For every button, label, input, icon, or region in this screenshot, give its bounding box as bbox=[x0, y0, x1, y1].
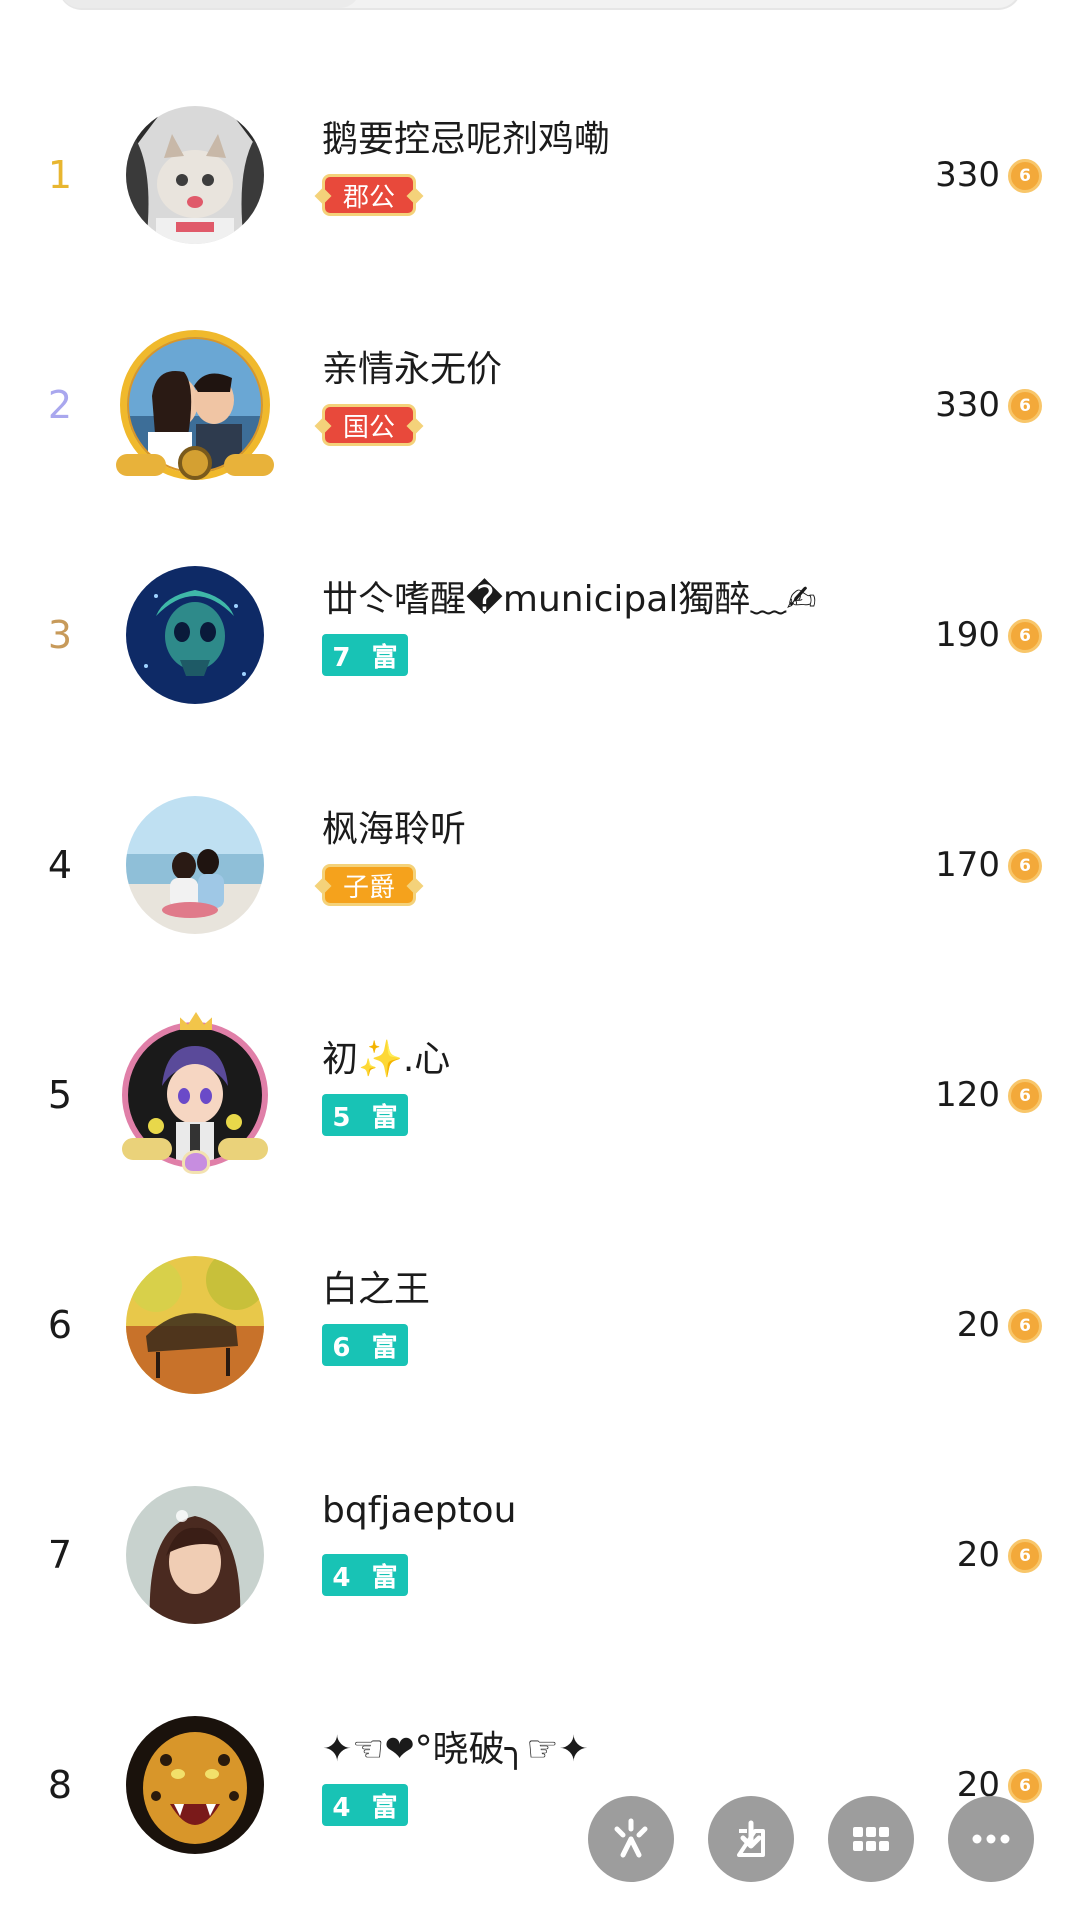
title-badge: 子爵 bbox=[314, 864, 424, 906]
title-badge: 国公 bbox=[314, 404, 424, 446]
coin-icon: 6 bbox=[1008, 159, 1042, 193]
avatar-frame-emblem bbox=[178, 446, 212, 480]
avatar-frame-wing-right bbox=[218, 1138, 268, 1160]
coin-icon: 6 bbox=[1008, 1539, 1042, 1573]
score-value: 20 bbox=[956, 1535, 1000, 1575]
badge-ornament-left bbox=[314, 417, 332, 435]
badge-ornament-right bbox=[406, 187, 424, 205]
rank-number: 8 bbox=[47, 1763, 73, 1807]
user-name[interactable]: 丗仒嗜醒�municipal獨醉﹏✍ bbox=[322, 570, 817, 622]
coin-glyph: 6 bbox=[1019, 1776, 1031, 1796]
badge-label: 国公 bbox=[342, 412, 395, 443]
rank-number: 2 bbox=[47, 383, 73, 427]
coin-icon: 6 bbox=[1008, 1309, 1042, 1343]
rank-number: 4 bbox=[47, 843, 73, 887]
user-name[interactable]: 鹅要控忌呢剂鸡嘞 bbox=[322, 110, 610, 162]
coin-icon: 6 bbox=[1008, 389, 1042, 423]
ranking-row[interactable]: 3 丗仒嗜醒�municipal獨醉﹏✍ 7 富 190 6 bbox=[0, 520, 1080, 750]
coin-icon: 6 bbox=[1008, 1079, 1042, 1113]
girl-portrait-avatar bbox=[126, 1486, 264, 1624]
avatar[interactable] bbox=[126, 1486, 264, 1624]
score-value: 20 bbox=[956, 1305, 1000, 1345]
badge-ornament-right bbox=[406, 417, 424, 435]
couple-beach-avatar bbox=[126, 796, 264, 934]
user-name[interactable]: 枫海聆听 bbox=[322, 800, 466, 852]
coin-glyph: 6 bbox=[1019, 396, 1031, 416]
coin-glyph: 6 bbox=[1019, 856, 1031, 876]
coin-glyph: 6 bbox=[1019, 1086, 1031, 1106]
score-value: 190 bbox=[935, 615, 1000, 655]
avatar[interactable] bbox=[126, 106, 264, 244]
ranking-row[interactable]: 7 bqfjaeptou 4 富 20 6 bbox=[0, 1440, 1080, 1670]
user-name[interactable]: 亲情永无价 bbox=[322, 340, 502, 392]
coin-icon: 6 bbox=[1008, 619, 1042, 653]
badge-ornament-left bbox=[314, 187, 332, 205]
avatar[interactable] bbox=[126, 796, 264, 934]
more-button[interactable] bbox=[948, 1796, 1034, 1882]
user-name[interactable]: ✦☜❤°晓破╮☞✦ bbox=[322, 1720, 589, 1772]
avatar[interactable] bbox=[122, 1012, 268, 1174]
user-name[interactable]: bqfjaeptou bbox=[322, 1490, 516, 1531]
top-tab-segment[interactable] bbox=[60, 0, 360, 8]
wealth-badge: 4 富 bbox=[322, 1784, 408, 1826]
blue-skull-avatar bbox=[126, 566, 264, 704]
floating-toolbar bbox=[588, 1796, 1038, 1886]
avatar[interactable] bbox=[126, 1716, 264, 1854]
download-button[interactable] bbox=[708, 1796, 794, 1882]
wealth-badge: 7 富 bbox=[322, 634, 408, 676]
ranking-row[interactable]: 2 亲情永无价 国公 330 6 bbox=[0, 290, 1080, 520]
score-value: 120 bbox=[935, 1075, 1000, 1115]
rank-number: 7 bbox=[47, 1533, 73, 1577]
coin-glyph: 6 bbox=[1019, 626, 1031, 646]
badge-label: 子爵 bbox=[342, 872, 395, 903]
crown-icon bbox=[180, 1012, 212, 1030]
score-value: 170 bbox=[935, 845, 1000, 885]
coin-icon: 6 bbox=[1008, 849, 1042, 883]
avatar-frame-wing-right bbox=[224, 454, 274, 476]
score-value: 330 bbox=[935, 385, 1000, 425]
tap-icon bbox=[614, 1818, 648, 1858]
badge-ornament-left bbox=[314, 877, 332, 895]
grid-button[interactable] bbox=[828, 1796, 914, 1882]
avatar[interactable] bbox=[116, 330, 274, 480]
rank-number: 3 bbox=[47, 613, 73, 657]
wealth-badge: 5 富 bbox=[322, 1094, 408, 1136]
cat-in-hoodie-avatar bbox=[126, 106, 264, 244]
user-name[interactable]: 初✨.心 bbox=[322, 1030, 450, 1082]
rank-number: 6 bbox=[47, 1303, 73, 1347]
title-badge: 郡公 bbox=[314, 174, 424, 216]
rank-number: 1 bbox=[47, 153, 73, 197]
avatar-frame-wing-left bbox=[116, 454, 166, 476]
avatar-frame-wing-left bbox=[122, 1138, 172, 1160]
user-name[interactable]: 白之王 bbox=[322, 1260, 430, 1312]
wealth-badge: 4 富 bbox=[322, 1554, 408, 1596]
coin-glyph: 6 bbox=[1019, 1546, 1031, 1566]
autumn-bench-avatar bbox=[126, 1256, 264, 1394]
badge-ornament-right bbox=[406, 877, 424, 895]
top-tab-bar bbox=[58, 0, 1022, 10]
coin-glyph: 6 bbox=[1019, 166, 1031, 186]
tap-button[interactable] bbox=[588, 1796, 674, 1882]
wealth-badge: 6 富 bbox=[322, 1324, 408, 1366]
more-icon bbox=[972, 1834, 1010, 1844]
avatar[interactable] bbox=[126, 566, 264, 704]
ranking-row[interactable]: 1 鹅要控忌呢剂鸡嘞 郡公 330 6 bbox=[0, 60, 1080, 290]
ranking-row[interactable]: 6 白之王 6 富 20 6 bbox=[0, 1210, 1080, 1440]
ranking-row[interactable]: 4 枫海聆听 子爵 170 6 bbox=[0, 750, 1080, 980]
heart-icon bbox=[182, 1150, 210, 1174]
score-value: 330 bbox=[935, 155, 1000, 195]
ranking-row[interactable]: 5 初✨.心 5 富 120 6 bbox=[0, 980, 1080, 1210]
grid-icon bbox=[853, 1827, 889, 1851]
leopard-avatar bbox=[126, 1716, 264, 1854]
ranking-list: 1 鹅要控忌呢剂鸡嘞 郡公 330 6 2 亲情永无价 国公 330 6 3 丗… bbox=[0, 60, 1080, 1900]
download-icon bbox=[737, 1820, 765, 1857]
badge-label: 郡公 bbox=[342, 182, 395, 213]
avatar[interactable] bbox=[126, 1256, 264, 1394]
coin-glyph: 6 bbox=[1019, 1316, 1031, 1336]
rank-number: 5 bbox=[47, 1073, 73, 1117]
